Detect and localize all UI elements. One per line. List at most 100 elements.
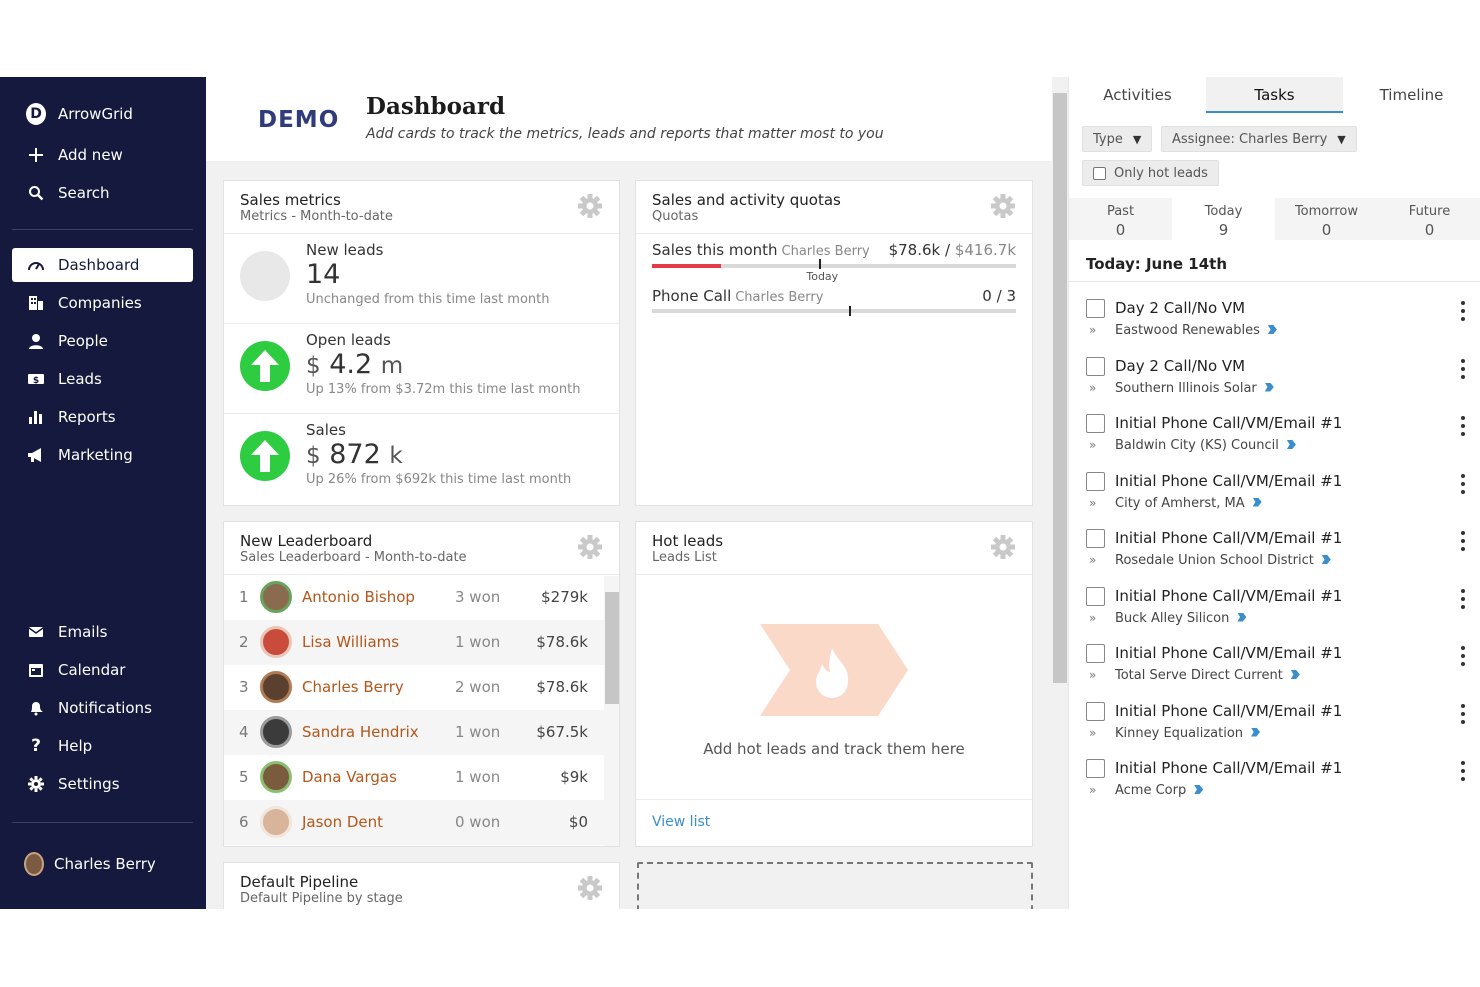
leaderboard-row[interactable]: 2 Lisa Williams 1 won $78.6k [224,620,604,665]
more-options-icon[interactable] [1461,761,1466,785]
task-title[interactable]: Initial Phone Call/VM/Email #1 [1115,414,1342,432]
add-new-button[interactable]: Add new [12,138,193,172]
task-item[interactable]: Initial Phone Call/VM/Email #1 » Baldwin C… [1069,406,1480,463]
task-item[interactable]: Initial Phone Call/VM/Email #1 » Kinney Eq… [1069,694,1480,751]
rep-name-link[interactable]: Charles Berry [302,678,404,696]
rep-name-link[interactable]: Sandra Hendrix [302,723,419,741]
quotas-card: Sales and activity quotas Quotas Sales t… [635,180,1033,506]
assignee-filter-dropdown[interactable]: Assignee: Charles Berry ▼ [1161,126,1357,152]
task-item[interactable]: Initial Phone Call/VM/Email #1 » Buck Alle… [1069,579,1480,636]
sidebar-item-notifications[interactable]: Notifications [12,691,193,725]
task-title[interactable]: Initial Phone Call/VM/Email #1 [1115,759,1342,777]
leaderboard-row[interactable]: 4 Sandra Hendrix 1 won $67.5k [224,710,604,755]
leaderboard-row[interactable]: 3 Charles Berry 2 won $78.6k [224,665,604,710]
task-title[interactable]: Initial Phone Call/VM/Email #1 [1115,472,1342,490]
period-future[interactable]: Future 0 [1378,198,1480,240]
sidebar-item-people[interactable]: People [12,324,193,358]
rep-name-link[interactable]: Antonio Bishop [302,588,415,606]
leaderboard-row[interactable]: 5 Dana Vargas 1 won $9k [224,755,604,800]
task-checkbox[interactable] [1086,299,1105,318]
card-settings-gear-icon[interactable] [990,193,1016,219]
task-checkbox[interactable] [1086,759,1105,778]
type-filter-dropdown[interactable]: Type ▼ [1082,126,1153,152]
sidebar-item-emails[interactable]: Emails [12,615,193,649]
won-amount: $67.5k [536,723,588,741]
plus-icon [26,145,46,165]
task-organization[interactable]: Rosedale Union School District [1115,553,1331,568]
task-checkbox[interactable] [1086,529,1105,548]
task-checkbox[interactable] [1086,644,1105,663]
task-checkbox[interactable] [1086,414,1105,433]
rep-name-link[interactable]: Lisa Williams [302,633,399,651]
search-button[interactable]: Search [12,176,193,210]
task-title[interactable]: Initial Phone Call/VM/Email #1 [1115,587,1342,605]
sidebar-item-marketing[interactable]: Marketing [12,438,193,472]
more-options-icon[interactable] [1461,646,1466,670]
leaderboard-scrollbar-thumb[interactable] [605,592,619,704]
sidebar-item-settings[interactable]: Settings [12,767,193,801]
task-item[interactable]: Initial Phone Call/VM/Email #1 » City of A… [1069,464,1480,521]
task-checkbox[interactable] [1086,471,1105,491]
won-count: 0 won [455,813,501,831]
card-divider [224,413,619,414]
task-item[interactable]: Initial Phone Call/VM/Email #1 » Rosedale … [1069,521,1480,578]
more-options-icon[interactable] [1461,703,1466,728]
task-organization[interactable]: City of Amherst, MA [1115,496,1262,511]
tab-timeline[interactable]: Timeline [1343,77,1480,113]
task-item[interactable]: Initial Phone Call/VM/Email #1 » Acme Corp [1069,751,1480,808]
sidebar-item-dashboard[interactable]: Dashboard [12,248,193,282]
leaderboard-row[interactable]: 6 Jason Dent 0 won $0 [224,800,604,845]
task-item[interactable]: Day 2 Call/No VM » Southern Illinois Solar [1069,349,1480,406]
task-organization[interactable]: Total Serve Direct Current [1115,668,1300,683]
checkbox[interactable] [1093,166,1106,180]
view-list-link[interactable]: View list [652,814,710,830]
rep-name-link[interactable]: Dana Vargas [302,768,397,786]
card-settings-gear-icon[interactable] [990,534,1016,560]
card-title: Sales metrics [240,191,341,209]
task-organization[interactable]: Buck Alley Silicon [1115,611,1247,626]
leaderboard-row[interactable]: 1 Antonio Bishop 3 won $279k [224,575,604,620]
more-options-icon[interactable] [1461,358,1466,383]
more-options-icon[interactable] [1461,473,1466,498]
task-checkbox[interactable] [1086,356,1105,376]
task-title[interactable]: Day 2 Call/No VM [1115,357,1245,375]
sidebar-item-reports[interactable]: Reports [12,400,193,434]
task-item[interactable]: Day 2 Call/No VM » Eastwood Renewables [1069,291,1480,348]
task-organization[interactable]: Kinney Equalization [1115,726,1261,741]
brand[interactable]: D ArrowGrid [12,97,193,131]
main-scrollbar-thumb[interactable] [1053,93,1067,683]
sidebar-item-companies[interactable]: Companies [12,286,193,320]
section-divider [1069,281,1480,282]
period-today[interactable]: Today 9 [1172,198,1275,240]
period-tomorrow[interactable]: Tomorrow 0 [1275,198,1378,240]
card-settings-gear-icon[interactable] [577,534,603,560]
sidebar-item-calendar[interactable]: Calendar [12,653,193,687]
add-card-placeholder[interactable] [637,862,1033,909]
more-options-icon[interactable] [1461,531,1466,555]
card-settings-gear-icon[interactable] [577,193,603,219]
task-title[interactable]: Day 2 Call/No VM [1115,299,1245,317]
sidebar-item-help[interactable]: ? Help [12,729,193,763]
more-options-icon[interactable] [1461,416,1466,440]
task-organization[interactable]: Acme Corp [1115,783,1204,798]
card-settings-gear-icon[interactable] [577,875,603,901]
rep-name-link[interactable]: Jason Dent [302,813,383,831]
user-profile[interactable]: Charles Berry [12,847,193,881]
task-checkbox[interactable] [1086,586,1105,606]
task-item[interactable]: Initial Phone Call/VM/Email #1 » Total Ser… [1069,636,1480,693]
more-options-icon[interactable] [1461,588,1466,613]
sidebar-item-leads[interactable]: $ Leads [12,362,193,396]
task-organization[interactable]: Baldwin City (KS) Council [1115,438,1296,453]
question-icon: ? [31,736,41,756]
tab-activities[interactable]: Activities [1069,77,1206,113]
hot-leads-filter-checkbox[interactable]: Only hot leads [1082,160,1219,186]
task-organization[interactable]: Eastwood Renewables [1115,323,1277,338]
task-title[interactable]: Initial Phone Call/VM/Email #1 [1115,529,1342,547]
period-past[interactable]: Past 0 [1069,198,1172,240]
tab-tasks[interactable]: Tasks [1206,77,1343,113]
task-title[interactable]: Initial Phone Call/VM/Email #1 [1115,702,1342,720]
task-organization[interactable]: Southern Illinois Solar [1115,381,1274,396]
task-title[interactable]: Initial Phone Call/VM/Email #1 [1115,644,1342,662]
task-checkbox[interactable] [1086,701,1105,721]
more-options-icon[interactable] [1461,301,1466,325]
